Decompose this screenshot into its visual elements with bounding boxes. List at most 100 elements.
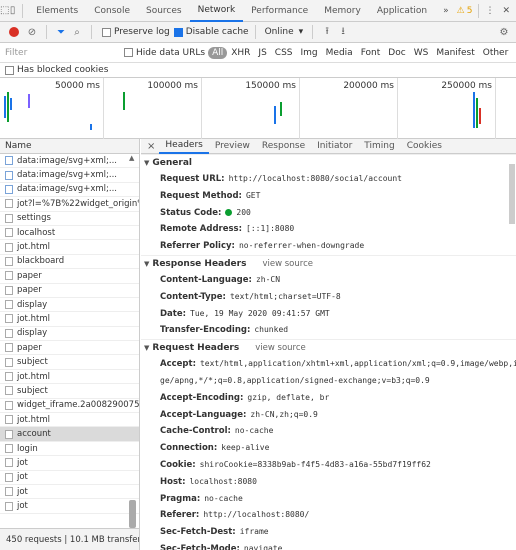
tab-memory[interactable]: Memory [316,0,369,22]
filter-input[interactable]: Filter [5,48,120,58]
request-row[interactable]: jot [0,485,139,500]
request-row[interactable]: jot [0,499,139,514]
filter-type-img[interactable]: Img [297,47,322,59]
timeline-overview[interactable]: 50000 ms 100000 ms 150000 ms 200000 ms 25000… [0,78,516,139]
detail-scrollbar[interactable] [508,154,516,550]
settings-gear-icon[interactable]: ⚙ [496,24,512,40]
scrollbar-thumb[interactable] [509,164,515,224]
filter-type-ws[interactable]: WS [410,47,433,59]
warnings-badge[interactable]: ⚠ 5 ⋮ ✕ [456,3,516,18]
filter-type-other[interactable]: Other [479,47,513,59]
search-icon[interactable]: ⌕ [69,24,85,40]
filter-type-media[interactable]: Media [322,47,357,59]
request-row[interactable]: login [0,442,139,457]
throttling-select[interactable]: Online ▾ [262,27,307,37]
request-row[interactable]: display [0,298,139,313]
request-row[interactable]: subject [0,384,139,399]
header-row: Referer: http://localhost:8080/ [141,507,516,524]
header-value: localhost:8080 [189,476,257,486]
close-detail-icon[interactable]: × [147,141,155,152]
export-har-icon[interactable]: ⭳ [335,24,351,40]
filter-type-doc[interactable]: Doc [384,47,409,59]
header-row: Sec-Fetch-Mode: navigate [141,541,516,550]
request-row[interactable]: blackboard [0,255,139,270]
request-row[interactable]: paper [0,341,139,356]
tab-sources[interactable]: Sources [138,0,190,22]
request-name: data:image/svg+xml;... [17,170,117,181]
kebab-menu-icon[interactable]: ⋮ [485,6,494,16]
request-row[interactable]: data:image/svg+xml;... [0,154,139,169]
detail-tab-timing[interactable]: Timing [358,139,400,154]
request-detail: × Headers Preview Response Initiator Timing C… [141,139,516,550]
request-row[interactable]: jot [0,471,139,485]
request-row[interactable]: jot.html [0,312,139,327]
expand-arrow-icon: ▼ [144,159,150,167]
document-file-icon [5,386,13,396]
request-row[interactable]: localhost [0,226,139,241]
request-row[interactable]: paper [0,284,139,298]
request-row[interactable]: account [0,427,139,442]
request-row[interactable]: jot?l=%7B%22widget_origin% [0,197,139,212]
tab-network[interactable]: Network [189,0,244,22]
scrollbar-thumb[interactable] [129,500,136,528]
record-icon[interactable] [9,27,19,37]
request-rows: data:image/svg+xml;... data:image/svg+xml… [0,154,139,514]
name-column-header[interactable]: Name [0,139,139,154]
request-row[interactable]: widget_iframe.2a0082900751 [0,399,139,414]
filter-type-css[interactable]: CSS [271,47,297,59]
request-row[interactable]: data:image/svg+xml;... [0,168,139,183]
divider [46,25,47,39]
scroll-up-icon[interactable]: ▲ [129,154,134,162]
detail-tab-preview[interactable]: Preview [209,139,256,154]
detail-tab-headers[interactable]: Headers [159,139,209,154]
response-headers-section-header[interactable]: ▼ Response Headers view source [141,254,516,272]
timeline-tick-label: 200000 ms [343,81,394,91]
has-blocked-cookies-label: Has blocked cookies [17,65,109,75]
disable-cache-checkbox[interactable] [173,27,183,37]
detail-tab-initiator[interactable]: Initiator [311,139,358,154]
request-row[interactable]: jot.html [0,413,139,428]
inspect-icon[interactable]: ⬚ [0,3,9,19]
device-toggle-icon[interactable]: ▯ [9,3,16,19]
request-row[interactable]: jot.html [0,240,139,255]
filter-type-all[interactable]: All [208,46,228,59]
request-list-scrollbar[interactable]: ▲ [129,154,137,528]
document-file-icon [5,256,13,266]
view-source-link[interactable]: view source [262,259,313,269]
tab-application[interactable]: Application [369,0,435,22]
request-row[interactable]: paper [0,269,139,284]
detail-tab-response[interactable]: Response [256,139,311,154]
request-row[interactable]: settings [0,212,139,226]
more-tabs-button[interactable]: » [435,0,457,22]
request-row[interactable]: subject [0,355,139,370]
document-file-icon [5,429,13,439]
request-headers-section-header[interactable]: ▼ Request Headers view source [141,339,516,356]
filter-type-manifest[interactable]: Manifest [432,47,478,59]
filter-type-xhr[interactable]: XHR [227,47,254,59]
request-row[interactable]: jot.html [0,370,139,385]
import-har-icon[interactable]: ⭱ [319,24,335,40]
clear-icon[interactable]: ⊘ [24,24,40,40]
tab-performance[interactable]: Performance [243,0,316,22]
warning-icon: ⚠ [456,5,465,16]
preserve-log-checkbox[interactable] [102,27,111,37]
has-blocked-cookies-checkbox[interactable] [5,65,14,75]
tab-elements[interactable]: Elements [28,0,86,22]
request-name: subject [17,357,48,368]
filter-type-font[interactable]: Font [357,47,385,59]
request-row[interactable]: data:image/svg+xml;... [0,183,139,198]
request-row[interactable]: jot [0,456,139,471]
general-section-header[interactable]: ▼ General [141,154,516,171]
hide-data-urls-checkbox[interactable] [124,48,133,57]
close-devtools-icon[interactable]: ✕ [502,6,510,16]
tab-console[interactable]: Console [86,0,138,22]
request-row[interactable]: display [0,327,139,342]
request-name: widget_iframe.2a0082900751 [17,400,139,411]
filter-type-js[interactable]: JS [254,47,270,59]
header-value: iframe [239,527,269,537]
filter-icon[interactable]: ⏷ [53,24,69,40]
view-source-link[interactable]: view source [255,343,306,353]
detail-tab-cookies[interactable]: Cookies [401,139,448,154]
request-summary: 450 requests | 10.1 MB transferre [6,534,139,545]
blocked-cookies-bar: Has blocked cookies [0,63,516,78]
